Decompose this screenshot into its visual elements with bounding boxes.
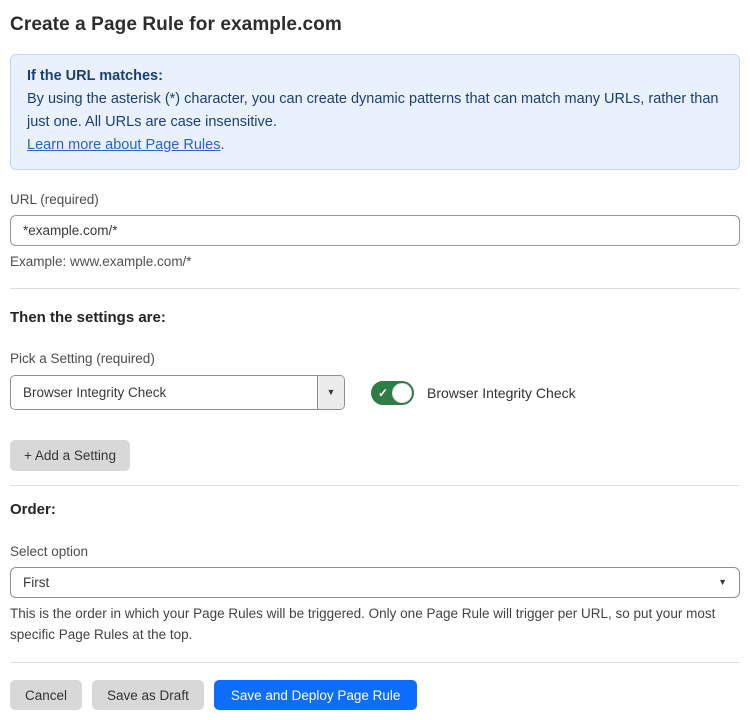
order-select-label: Select option — [10, 544, 740, 559]
divider — [10, 288, 740, 289]
url-match-info-box: If the URL matches: By using the asteris… — [10, 54, 740, 170]
save-draft-button[interactable]: Save as Draft — [92, 680, 204, 710]
info-box-heading: If the URL matches: — [27, 65, 723, 88]
setting-select[interactable]: Browser Integrity Check ▼ — [10, 375, 345, 410]
setting-select-arrow-button[interactable]: ▼ — [317, 376, 344, 409]
order-select-value: First — [23, 575, 49, 590]
check-icon: ✓ — [378, 387, 388, 399]
cancel-button[interactable]: Cancel — [10, 680, 82, 710]
divider — [10, 485, 740, 486]
order-helper-text: This is the order in which your Page Rul… — [10, 603, 740, 645]
setting-picker-label: Pick a Setting (required) — [10, 351, 740, 366]
setting-toggle-label: Browser Integrity Check — [427, 385, 576, 401]
settings-section-heading: Then the settings are: — [10, 309, 740, 326]
dropdown-arrow-icon: ▼ — [327, 388, 336, 397]
toggle-knob — [392, 383, 412, 403]
link-suffix: . — [220, 137, 224, 153]
order-select[interactable]: First ▼ — [10, 567, 740, 598]
learn-more-link[interactable]: Learn more about Page Rules — [27, 137, 220, 153]
add-setting-button[interactable]: + Add a Setting — [10, 440, 130, 471]
setting-toggle[interactable]: ✓ — [371, 381, 414, 405]
url-input[interactable] — [10, 215, 740, 246]
divider — [10, 662, 740, 663]
info-box-body: By using the asterisk (*) character, you… — [27, 88, 723, 134]
form-actions: Cancel Save as Draft Save and Deploy Pag… — [10, 680, 740, 710]
url-helper: Example: www.example.com/* — [10, 254, 740, 269]
info-box-link-line: Learn more about Page Rules. — [27, 134, 723, 157]
setting-row: Browser Integrity Check ▼ ✓ Browser Inte… — [10, 375, 740, 410]
save-deploy-button[interactable]: Save and Deploy Page Rule — [214, 680, 418, 710]
page-rule-form: Create a Page Rule for example.com If th… — [0, 0, 750, 720]
order-section-heading: Order: — [10, 501, 740, 518]
dropdown-arrow-icon: ▼ — [718, 578, 727, 587]
page-title: Create a Page Rule for example.com — [10, 14, 740, 36]
setting-select-value: Browser Integrity Check — [11, 376, 317, 409]
url-label: URL (required) — [10, 192, 740, 207]
